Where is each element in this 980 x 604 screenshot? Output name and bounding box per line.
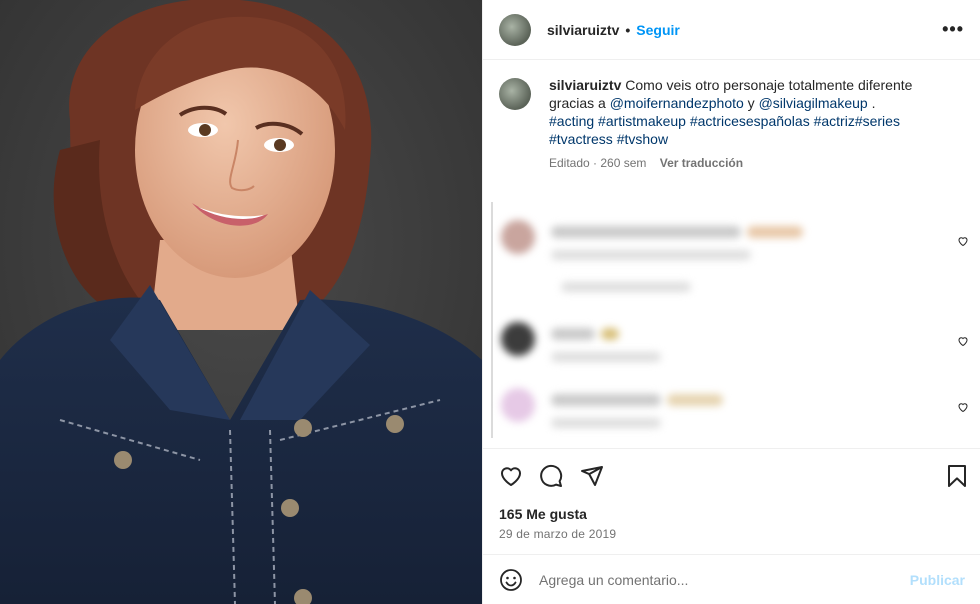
caption-text-4: . bbox=[871, 95, 876, 111]
follow-button[interactable]: Seguir bbox=[636, 22, 680, 38]
bookmark-icon[interactable] bbox=[945, 464, 969, 488]
edited-timestamp: Editado · 260 sem bbox=[549, 156, 647, 170]
mention-link-photographer[interactable]: @moifernandezphoto bbox=[610, 95, 744, 111]
post-date[interactable]: 29 de marzo de 2019 bbox=[499, 527, 616, 541]
add-comment-bar: Agrega un comentario... Publicar bbox=[483, 554, 980, 604]
commenter-avatar bbox=[501, 388, 535, 422]
hashtags-line-1[interactable]: #acting #artistmakeup #actricesespañolas… bbox=[549, 112, 912, 130]
post-caption: silviaruiztv Como veis otro personaje to… bbox=[499, 76, 959, 172]
more-horizontal-icon: ••• bbox=[942, 19, 964, 39]
comments-scrollbar[interactable] bbox=[491, 202, 493, 438]
emoji-icon[interactable] bbox=[499, 568, 523, 592]
header-separator: • bbox=[625, 21, 631, 38]
more-options-button[interactable]: ••• bbox=[942, 19, 964, 40]
author-avatar[interactable] bbox=[499, 13, 531, 46]
comment-item bbox=[501, 220, 803, 292]
post-image bbox=[0, 0, 482, 604]
publish-button[interactable]: Publicar bbox=[910, 572, 965, 588]
see-translation-button[interactable]: Ver traducción bbox=[660, 156, 743, 170]
caption-username[interactable]: silviaruiztv bbox=[549, 77, 621, 93]
comment-like-icon[interactable] bbox=[957, 235, 969, 247]
comment-input[interactable]: Agrega un comentario... bbox=[539, 572, 688, 588]
post-photo[interactable] bbox=[0, 0, 482, 604]
caption-text-2: gracias a bbox=[549, 95, 606, 111]
comment-icon[interactable] bbox=[539, 464, 563, 488]
commenter-avatar bbox=[501, 220, 535, 254]
likes-count[interactable]: 165 Me gusta bbox=[499, 506, 587, 522]
caption-avatar[interactable] bbox=[499, 78, 531, 110]
mention-link-makeup[interactable]: @silviagilmakeup bbox=[759, 95, 868, 111]
caption-text-1: Como veis otro personaje totalmente dife… bbox=[625, 77, 913, 93]
comment-item bbox=[501, 388, 723, 428]
heart-icon[interactable] bbox=[499, 464, 523, 488]
comment-like-icon[interactable] bbox=[957, 401, 969, 413]
comment-item bbox=[501, 322, 661, 362]
commenter-avatar bbox=[501, 322, 535, 356]
comment-like-icon[interactable] bbox=[957, 335, 969, 347]
comments-list[interactable] bbox=[491, 198, 980, 438]
post-panel: silviaruiztv • Seguir ••• silviaruiztv C… bbox=[482, 0, 980, 604]
paper-plane-icon[interactable] bbox=[580, 464, 604, 488]
author-username[interactable]: silviaruiztv bbox=[547, 22, 619, 38]
post-header: silviaruiztv • Seguir ••• bbox=[483, 0, 980, 60]
post-actions: 165 Me gusta 29 de marzo de 2019 bbox=[483, 448, 980, 554]
hashtags-line-2[interactable]: #tvactress #tvshow bbox=[549, 130, 912, 148]
caption-text-3: y bbox=[747, 95, 755, 111]
